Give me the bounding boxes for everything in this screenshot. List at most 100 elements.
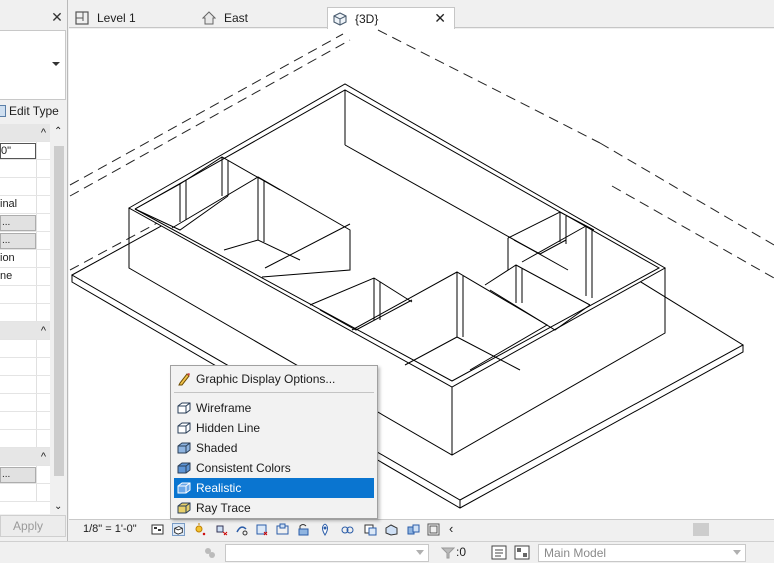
property-row[interactable]: 0" <box>0 142 50 160</box>
editing-requests-icon[interactable] <box>491 545 507 560</box>
property-row[interactable]: ... <box>0 232 50 250</box>
shadows-icon[interactable] <box>215 523 228 536</box>
scroll-thumb[interactable] <box>54 146 64 476</box>
3d-view-icon <box>333 11 347 26</box>
property-browse-button[interactable]: ... <box>0 467 36 483</box>
unlocked-3d-view-icon[interactable] <box>297 523 310 536</box>
property-row[interactable]: ... <box>0 466 50 484</box>
chevron-left-icon[interactable]: ‹ <box>449 521 453 536</box>
hidden-line-style-icon <box>177 422 191 434</box>
property-group-header[interactable]: ^ <box>0 124 50 142</box>
column-divider <box>36 304 37 321</box>
tab-level-1[interactable]: Level 1 <box>75 7 199 28</box>
view-tab-bar: Level 1 East {3D} ✕ <box>69 0 774 29</box>
highlight-displacement-icon[interactable] <box>407 523 420 536</box>
filter-icon[interactable] <box>441 546 455 560</box>
menu-item-label: Consistent Colors <box>196 461 291 475</box>
detail-level-icon[interactable] <box>151 523 164 536</box>
menu-item-wireframe[interactable]: Wireframe <box>174 398 374 418</box>
design-options-icon[interactable] <box>514 545 530 560</box>
properties-scrollbar[interactable]: ⌃ ⌄ <box>51 124 67 514</box>
property-row[interactable] <box>0 340 50 358</box>
view-scale[interactable]: 1/8" = 1'-0" <box>83 523 137 535</box>
property-row[interactable] <box>0 430 50 448</box>
property-row[interactable] <box>0 178 50 196</box>
edit-type-label: Edit Type <box>9 104 59 118</box>
reveal-hidden-icon[interactable] <box>341 523 354 536</box>
column-divider <box>36 196 37 213</box>
tab-3d[interactable]: {3D} ✕ <box>327 7 455 29</box>
horizontal-scroll-thumb[interactable] <box>693 523 709 536</box>
model-selector-dropdown[interactable]: Main Model <box>538 544 746 562</box>
close-palette-icon[interactable]: ✕ <box>50 10 64 24</box>
sun-path-icon[interactable] <box>193 523 206 536</box>
property-row[interactable]: ion <box>0 250 50 268</box>
apply-button[interactable]: Apply <box>0 515 66 537</box>
chevron-down-icon[interactable] <box>416 550 424 555</box>
show-crop-region-icon[interactable] <box>276 523 289 536</box>
column-divider <box>36 142 37 159</box>
scroll-up-icon[interactable]: ⌃ <box>54 126 62 137</box>
property-browse-button[interactable]: ... <box>0 233 36 249</box>
property-row[interactable] <box>0 394 50 412</box>
menu-item-shaded[interactable]: Shaded <box>174 438 374 458</box>
property-row[interactable]: ne <box>0 268 50 286</box>
tab-east[interactable]: East <box>202 7 324 28</box>
property-row[interactable] <box>0 484 50 502</box>
column-divider <box>36 484 37 501</box>
column-divider <box>36 160 37 177</box>
tab-label: East <box>224 10 249 25</box>
reveal-constraints-icon[interactable] <box>427 523 440 536</box>
chevron-down-icon[interactable] <box>52 62 60 66</box>
scroll-down-icon[interactable]: ⌄ <box>54 501 62 512</box>
model-selector-label: Main Model <box>544 546 607 560</box>
chevron-down-icon[interactable] <box>733 550 741 555</box>
edit-type-button[interactable]: Edit Type <box>0 102 66 120</box>
rendering-icon[interactable] <box>235 523 248 536</box>
menu-item-realistic[interactable]: Realistic <box>174 478 374 498</box>
column-divider <box>36 466 37 483</box>
ray-trace-style-icon <box>177 502 191 514</box>
worksets-icon[interactable] <box>203 546 217 560</box>
property-value: ion <box>0 252 15 264</box>
property-row[interactable] <box>0 412 50 430</box>
property-row[interactable] <box>0 376 50 394</box>
crop-view-icon[interactable] <box>255 523 268 536</box>
property-row[interactable]: ... <box>0 214 50 232</box>
temporary-hide-icon[interactable] <box>319 523 332 536</box>
property-value: inal <box>0 198 18 210</box>
property-row[interactable] <box>0 160 50 178</box>
show-analytical-model-icon[interactable] <box>385 523 398 536</box>
menu-item-ray-trace[interactable]: Ray Trace <box>174 498 374 518</box>
collapse-group-icon[interactable]: ^ <box>41 125 46 141</box>
property-row[interactable] <box>0 358 50 376</box>
column-divider <box>36 232 37 249</box>
property-value: ne <box>0 270 13 282</box>
property-group-header[interactable]: ^ <box>0 448 50 466</box>
temporary-view-properties-icon[interactable] <box>364 523 377 536</box>
menu-item-graphic-display-options[interactable]: Graphic Display Options... <box>174 369 374 389</box>
column-divider <box>36 286 37 303</box>
visual-style-icon[interactable] <box>172 523 185 536</box>
type-selector[interactable] <box>0 30 66 100</box>
workset-dropdown[interactable] <box>225 544 429 562</box>
visual-style-menu: Graphic Display Options... Wireframe Hidd… <box>170 365 378 519</box>
collapse-group-icon[interactable]: ^ <box>41 449 46 465</box>
menu-item-hidden-line[interactable]: Hidden Line <box>174 418 374 438</box>
property-value-input[interactable]: 0" <box>0 143 36 159</box>
collapse-group-icon[interactable]: ^ <box>41 323 46 339</box>
close-tab-icon[interactable]: ✕ <box>434 11 446 25</box>
consistent-colors-style-icon <box>177 462 191 474</box>
column-divider <box>36 412 37 429</box>
column-divider <box>36 214 37 231</box>
menu-separator <box>174 392 374 393</box>
menu-item-label: Wireframe <box>196 401 252 415</box>
menu-item-consistent-colors[interactable]: Consistent Colors <box>174 458 374 478</box>
status-bar: :0 Main Model <box>0 541 774 563</box>
menu-item-label: Hidden Line <box>196 421 261 435</box>
property-row[interactable]: inal <box>0 196 50 214</box>
property-row[interactable] <box>0 304 50 322</box>
property-group-header[interactable]: ^ <box>0 322 50 340</box>
property-browse-button[interactable]: ... <box>0 215 36 231</box>
property-row[interactable] <box>0 286 50 304</box>
